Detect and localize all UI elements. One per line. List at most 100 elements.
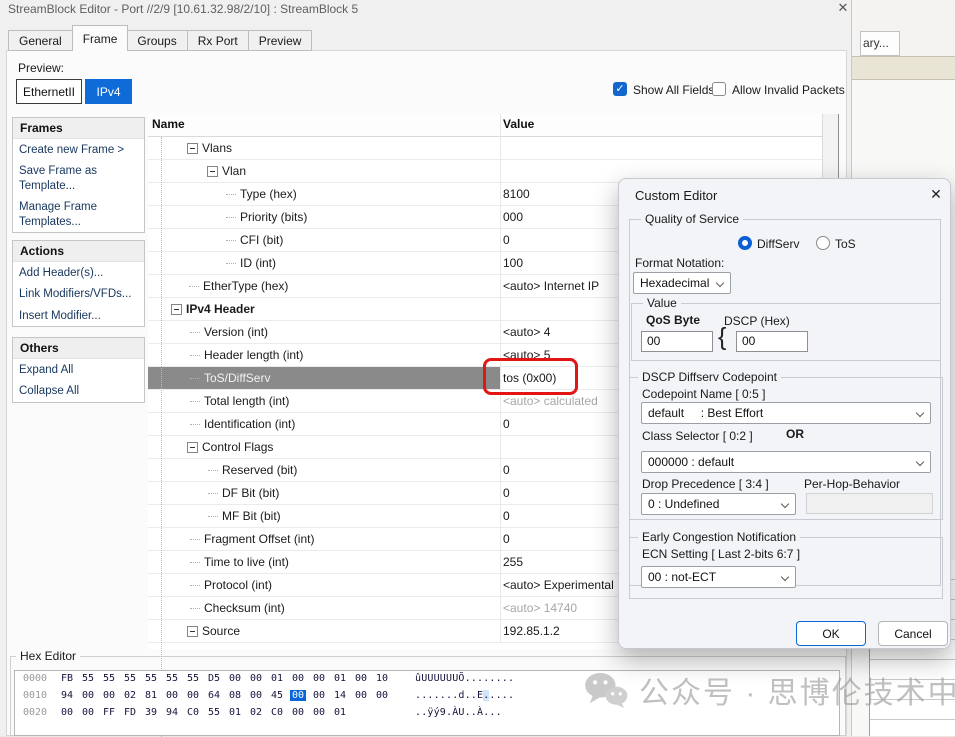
format-notation-dropdown[interactable]: Hexadecimal [633, 272, 731, 294]
hex-byte[interactable]: 01 [227, 707, 243, 718]
tree-name-cell[interactable]: DF Bit (bit) [148, 482, 500, 504]
tab-frame[interactable]: Frame [72, 25, 129, 51]
hex-byte[interactable]: 01 [332, 673, 348, 684]
collapse-icon[interactable] [207, 166, 218, 177]
class-selector-dropdown[interactable]: 000000 : default [641, 451, 931, 473]
tree-name-cell[interactable]: Version (int) [148, 321, 500, 343]
tree-name-cell[interactable]: Fragment Offset (int) [148, 528, 500, 550]
tree-name-cell[interactable]: Time to live (int) [148, 551, 500, 573]
ecn-setting-dropdown[interactable]: 00 : not-ECT [641, 566, 796, 588]
sidebar-item-add-header-s[interactable]: Add Header(s)... [13, 262, 144, 283]
allow-invalid-packets-checkbox[interactable] [712, 82, 726, 96]
hex-byte[interactable]: FF [101, 707, 117, 718]
dialog-close-icon[interactable]: ✕ [927, 186, 945, 203]
tos-radio[interactable] [816, 236, 830, 250]
hex-byte[interactable]: 45 [269, 690, 285, 701]
hex-byte[interactable]: 00 [290, 707, 306, 718]
ok-button[interactable]: OK [796, 621, 866, 646]
hex-byte[interactable]: 10 [374, 673, 390, 684]
hex-byte[interactable]: 08 [227, 690, 243, 701]
hex-byte[interactable]: 02 [122, 690, 138, 701]
hex-byte[interactable]: 00 [227, 673, 243, 684]
tree-name-cell[interactable]: MF Bit (bit) [148, 505, 500, 527]
hex-byte[interactable]: 55 [185, 673, 201, 684]
tree-name-cell[interactable]: Total length (int) [148, 390, 500, 412]
tree-name-cell[interactable]: Type (hex) [148, 183, 500, 205]
background-window-tab[interactable]: ary... [860, 31, 900, 56]
hex-byte[interactable]: 81 [143, 690, 159, 701]
diffserv-radio-label[interactable]: DiffServ [757, 237, 799, 251]
tree-name-cell[interactable]: Control Flags [148, 436, 500, 458]
hex-byte[interactable]: 00 [164, 690, 180, 701]
hex-byte[interactable]: 00 [353, 690, 369, 701]
hex-byte[interactable]: 39 [143, 707, 159, 718]
hex-byte[interactable]: C0 [185, 707, 201, 718]
collapse-icon[interactable] [171, 304, 182, 315]
codepoint-name-dropdown[interactable]: default : Best Effort [641, 402, 931, 424]
hex-byte[interactable]: 55 [164, 673, 180, 684]
hex-byte[interactable]: 00 [80, 690, 96, 701]
tab-rx-port[interactable]: Rx Port [188, 30, 249, 51]
hex-byte[interactable]: 94 [164, 707, 180, 718]
sidebar-item-collapse-all[interactable]: Collapse All [13, 380, 144, 401]
ipv4-button[interactable]: IPv4 [85, 79, 132, 104]
tab-groups[interactable]: Groups [127, 30, 187, 51]
tree-name-cell[interactable]: ID (int) [148, 252, 500, 274]
hex-byte[interactable]: D5 [206, 673, 222, 684]
tree-name-cell[interactable]: EtherType (hex) [148, 275, 500, 297]
tree-name-cell[interactable]: CFI (bit) [148, 229, 500, 251]
hex-byte[interactable]: 00 [80, 707, 96, 718]
close-icon[interactable]: ✕ [834, 0, 852, 16]
tos-radio-label[interactable]: ToS [835, 237, 856, 251]
tree-name-cell[interactable]: Vlans [148, 137, 500, 159]
hex-byte[interactable]: 00 [290, 690, 306, 701]
tree-name-cell[interactable]: ToS/DiffServ [148, 367, 500, 389]
hex-byte[interactable]: 64 [206, 690, 222, 701]
hex-byte[interactable]: 02 [248, 707, 264, 718]
collapse-icon[interactable] [187, 442, 198, 453]
tree-value-cell[interactable] [500, 137, 822, 159]
sidebar-item-link-modifiers-vfds[interactable]: Link Modifiers/VFDs... [13, 283, 144, 304]
hex-byte[interactable]: 00 [311, 673, 327, 684]
sidebar-item-insert-modifier[interactable]: Insert Modifier... [13, 305, 144, 326]
hex-byte[interactable]: 00 [374, 690, 390, 701]
tree-name-cell[interactable]: Protocol (int) [148, 574, 500, 596]
sidebar-item-expand-all[interactable]: Expand All [13, 359, 144, 380]
ethernetii-button[interactable]: EthernetII [16, 79, 82, 104]
hex-byte[interactable]: 55 [206, 707, 222, 718]
hex-byte[interactable]: 55 [143, 673, 159, 684]
sidebar-item-manage-frame-templates[interactable]: Manage Frame Templates... [13, 196, 144, 232]
tree-row-vlans[interactable]: Vlans [148, 137, 822, 160]
show-all-fields-checkbox[interactable]: ✓ [613, 82, 627, 96]
hex-byte[interactable]: 00 [101, 690, 117, 701]
tree-name-cell[interactable]: Header length (int) [148, 344, 500, 366]
tree-name-cell[interactable]: Identification (int) [148, 413, 500, 435]
collapse-icon[interactable] [187, 143, 198, 154]
tree-name-cell[interactable]: IPv4 Header [148, 298, 500, 320]
tab-preview[interactable]: Preview [249, 30, 313, 51]
hex-byte[interactable]: 55 [122, 673, 138, 684]
hex-byte[interactable]: 55 [80, 673, 96, 684]
sidebar-item-create-new-frame[interactable]: Create new Frame > [13, 139, 144, 160]
hex-byte[interactable]: 00 [290, 673, 306, 684]
diffserv-radio[interactable] [738, 236, 752, 250]
sidebar-item-save-frame-as-template[interactable]: Save Frame as Template... [13, 160, 144, 196]
tree-name-cell[interactable]: Checksum (int) [148, 597, 500, 619]
hex-byte[interactable]: 00 [311, 707, 327, 718]
hex-byte[interactable]: 00 [185, 690, 201, 701]
hex-byte[interactable]: 00 [353, 673, 369, 684]
hex-byte[interactable]: FD [122, 707, 138, 718]
hex-byte[interactable]: 01 [269, 673, 285, 684]
tree-name-cell[interactable]: Source [148, 620, 500, 642]
qos-byte-input[interactable]: 00 [641, 331, 713, 352]
tree-name-cell[interactable]: Priority (bits) [148, 206, 500, 228]
hex-byte[interactable]: FB [59, 673, 75, 684]
collapse-icon[interactable] [187, 626, 198, 637]
hex-byte[interactable]: C0 [269, 707, 285, 718]
hex-byte[interactable]: 94 [59, 690, 75, 701]
tab-general[interactable]: General [8, 30, 73, 51]
hex-byte[interactable]: 00 [248, 690, 264, 701]
tree-name-cell[interactable]: Vlan [148, 160, 500, 182]
hex-byte[interactable]: 00 [311, 690, 327, 701]
hex-byte[interactable]: 00 [59, 707, 75, 718]
